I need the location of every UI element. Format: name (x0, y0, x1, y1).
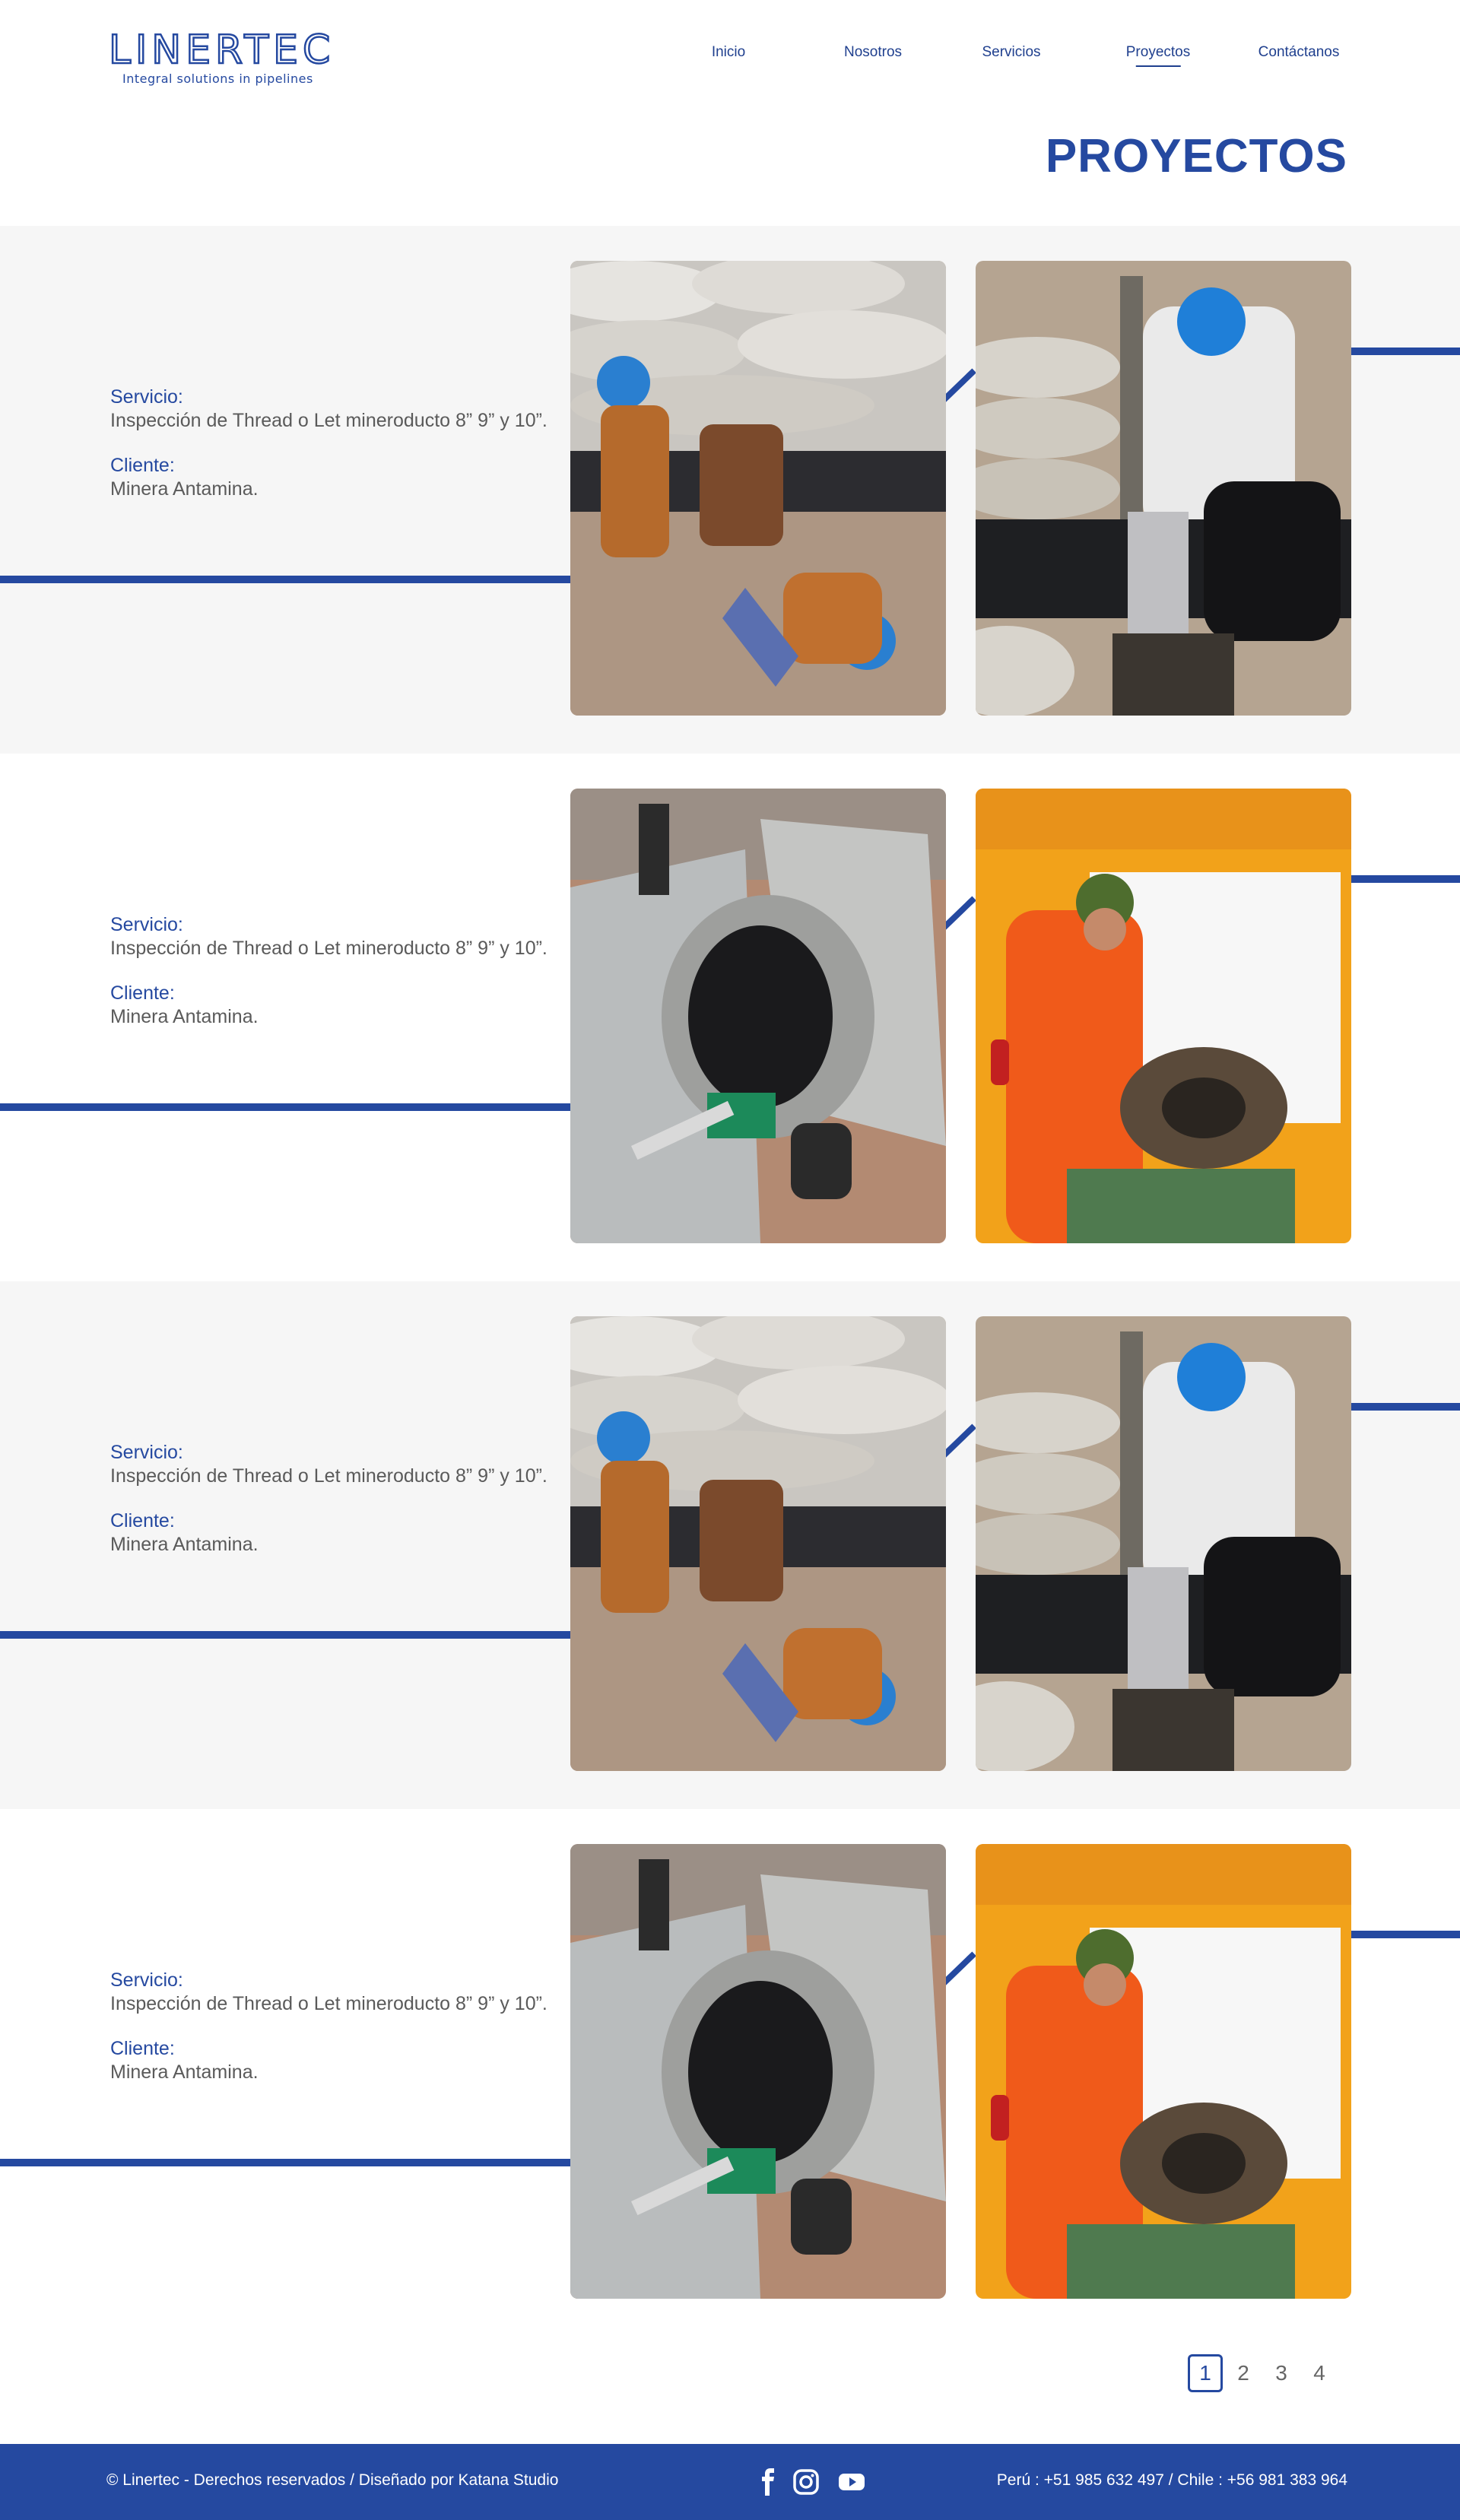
service-label: Servicio: (110, 386, 183, 408)
instagram-icon[interactable] (791, 2467, 821, 2497)
service-value: Inspección de Thread o Let mineroducto 8… (110, 938, 548, 959)
nav-item-nosotros[interactable]: Nosotros (844, 44, 902, 61)
page-link-1[interactable]: 1 (1188, 2354, 1223, 2392)
decor-line-left (0, 1631, 572, 1639)
service-label: Servicio: (110, 1969, 183, 1991)
logo-tagline: Integral solutions in pipelines (122, 71, 313, 86)
service-label: Servicio: (110, 914, 183, 935)
project-photo-2[interactable] (976, 789, 1351, 1243)
decor-line-right (1350, 875, 1460, 883)
nav-item-proyectos[interactable]: Proyectos (1126, 44, 1190, 67)
page-link-3[interactable]: 3 (1264, 2354, 1299, 2392)
nav-item-inicio[interactable]: Inicio (712, 44, 745, 61)
site-footer: © Linertec - Derechos reservados / Diseñ… (0, 2444, 1460, 2520)
client-label: Cliente: (110, 2038, 175, 2059)
project-row: Servicio: Inspección de Thread o Let min… (0, 226, 1460, 754)
service-value: Inspección de Thread o Let mineroducto 8… (110, 1465, 548, 1487)
youtube-icon[interactable] (836, 2467, 867, 2497)
service-label: Servicio: (110, 1442, 183, 1463)
decor-line-left (0, 576, 572, 583)
project-info: Servicio: Inspección de Thread o Let min… (110, 1441, 582, 1578)
client-value: Minera Antamina. (110, 1534, 259, 1555)
nav-item-contactanos[interactable]: Contáctanos (1258, 44, 1340, 61)
project-row: Servicio: Inspección de Thread o Let min… (0, 1809, 1460, 2337)
site-header: LINERTEC Integral solutions in pipelines… (0, 0, 1460, 106)
decor-line-right (1350, 348, 1460, 355)
page-link-4[interactable]: 4 (1302, 2354, 1337, 2392)
project-row: Servicio: Inspección de Thread o Let min… (0, 754, 1460, 1281)
client-value: Minera Antamina. (110, 1006, 259, 1027)
decor-line-right (1350, 1931, 1460, 1938)
client-label: Cliente: (110, 455, 175, 476)
project-photo-2[interactable] (976, 1316, 1351, 1771)
client-value: Minera Antamina. (110, 478, 259, 500)
client-value: Minera Antamina. (110, 2061, 259, 2083)
nav-item-servicios[interactable]: Servicios (982, 44, 1040, 61)
project-photo-2[interactable] (976, 261, 1351, 716)
page-link-2[interactable]: 2 (1226, 2354, 1261, 2392)
client-label: Cliente: (110, 982, 175, 1004)
project-photo-1[interactable] (570, 1316, 946, 1771)
project-info: Servicio: Inspección de Thread o Let min… (110, 386, 582, 522)
decor-line-left (0, 1103, 572, 1111)
project-photo-2[interactable] (976, 1844, 1351, 2299)
copyright-text: © Linertec - Derechos reservados / Diseñ… (106, 2471, 559, 2489)
page-title: PROYECTOS (1045, 130, 1347, 182)
client-label: Cliente: (110, 1510, 175, 1531)
project-info: Servicio: Inspección de Thread o Let min… (110, 913, 582, 1050)
facebook-icon[interactable] (753, 2467, 783, 2497)
contact-phones: Perú : +51 985 632 497 / Chile : +56 981… (996, 2471, 1347, 2489)
main-nav: Inicio Nosotros Servicios Proyectos Cont… (0, 44, 1460, 67)
project-row: Servicio: Inspección de Thread o Let min… (0, 1281, 1460, 1809)
project-photo-1[interactable] (570, 789, 946, 1243)
project-photo-1[interactable] (570, 1844, 946, 2299)
service-value: Inspección de Thread o Let mineroducto 8… (110, 410, 548, 431)
decor-line-right (1350, 1403, 1460, 1411)
project-photo-1[interactable] (570, 261, 946, 716)
project-info: Servicio: Inspección de Thread o Let min… (110, 1969, 582, 2106)
decor-line-left (0, 2159, 572, 2166)
service-value: Inspección de Thread o Let mineroducto 8… (110, 1993, 548, 2014)
